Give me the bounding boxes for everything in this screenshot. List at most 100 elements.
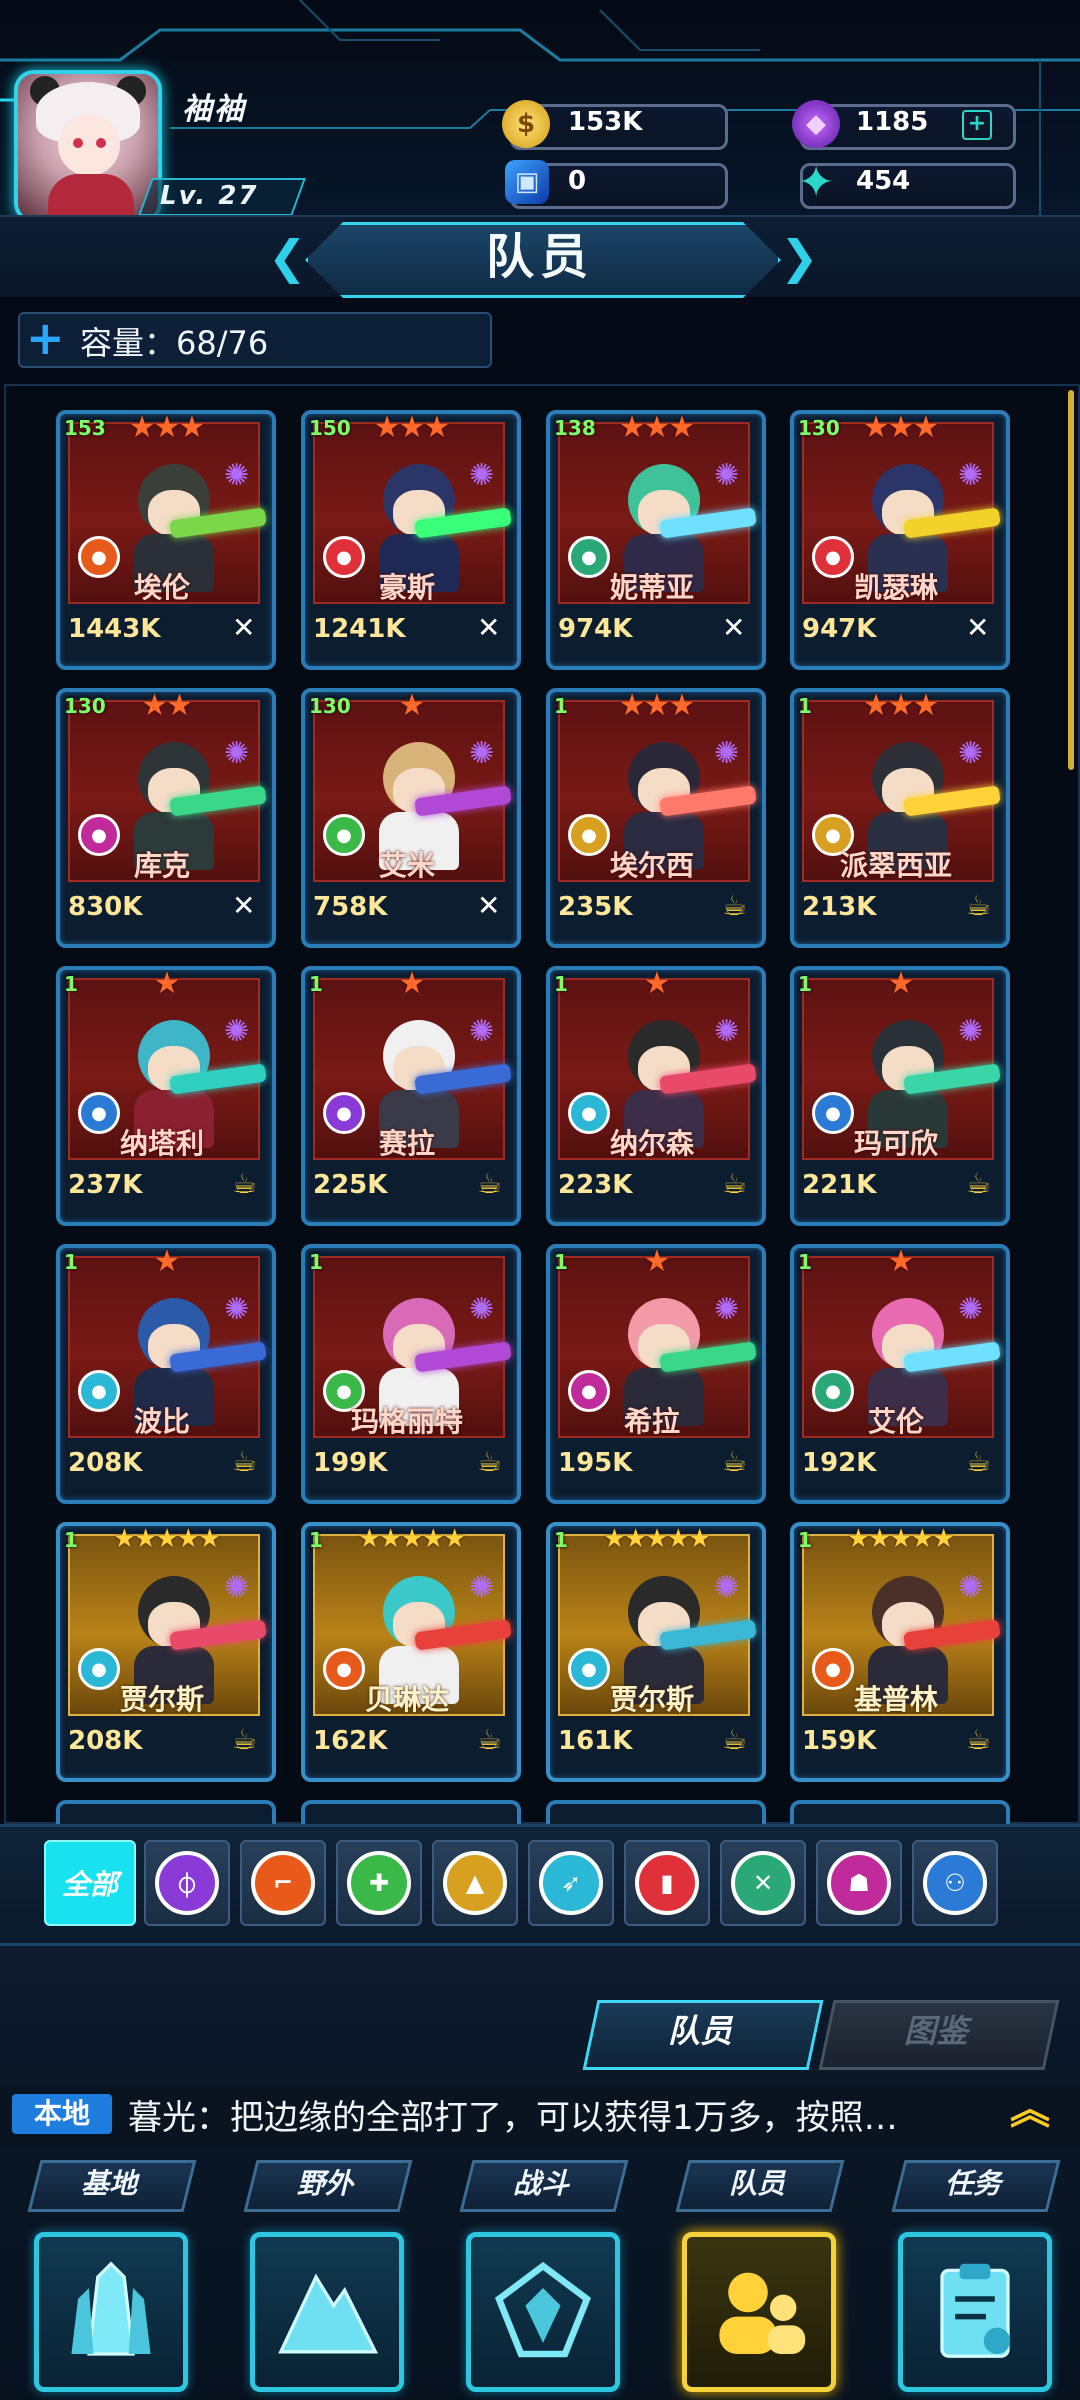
nav-button[interactable]	[466, 2232, 620, 2392]
chat-expand-icon[interactable]: ︽	[1010, 2090, 1050, 2130]
hero-card[interactable]: ★★★★★ 1 ✺ ● 贾尔斯 208K ☕	[56, 1522, 276, 1782]
coffee-cup-icon: ☕	[966, 1723, 992, 1756]
hero-card[interactable]: ★★★ 1 ✺ ● 埃尔西 235K ☕	[546, 688, 766, 948]
faction-icon: ✺	[224, 736, 250, 771]
filter-rocket-button[interactable]: ➶	[528, 1840, 614, 1926]
hero-card[interactable]: ★★★ 153 ✺ ● 埃伦 1443K ✕	[56, 410, 276, 670]
add-gems-button[interactable]: +	[962, 110, 992, 140]
hero-power: 199K	[313, 1448, 388, 1478]
star-rating: ★★★★★	[357, 1524, 467, 1554]
hero-level: 130	[798, 416, 840, 440]
hero-card[interactable]: ★★★ 138 ✺ ● 妮蒂亚 974K ✕	[546, 410, 766, 670]
hero-name: 埃伦	[133, 571, 190, 604]
hero-card[interactable]: ★★★ 1 ✺ ● 派翠西亚 213K ☕	[790, 688, 1010, 948]
hero-card[interactable]: ★★★★★ 1 ✺ ● 贾尔斯 161K ☕	[546, 1522, 766, 1782]
hero-card-partial[interactable]	[301, 1800, 521, 1824]
tab-codex-label: 图鉴	[903, 2012, 968, 2050]
hero-level: 1	[64, 972, 78, 996]
nav-button[interactable]	[898, 2232, 1052, 2392]
hero-card-partial[interactable]	[546, 1800, 766, 1824]
hero-level: 1	[309, 1250, 323, 1274]
hero-card[interactable]: ★ 1 ✺ ● 纳尔森 223K ☕	[546, 966, 766, 1226]
nav-label: 任务	[944, 2167, 1001, 2200]
robot-icon: ☗	[827, 1851, 891, 1915]
hero-name: 妮蒂亚	[609, 571, 694, 604]
hero-card[interactable]: ★ 1 ✺ ● 波比 208K ☕	[56, 1244, 276, 1504]
hero-level: 1	[554, 694, 568, 718]
nav-button[interactable]	[34, 2232, 188, 2392]
faction-icon: ✺	[714, 1292, 740, 1327]
hero-power: 830K	[68, 892, 143, 922]
hero-card-partial[interactable]	[790, 1800, 1010, 1824]
filter-shield-button[interactable]: ⏀	[144, 1840, 230, 1926]
wrench-icon: ✕	[731, 1851, 795, 1915]
hero-name: 玛可欣	[853, 1127, 938, 1160]
battle-emblem-icon	[488, 2255, 598, 2369]
faction-icon: ✺	[714, 736, 740, 771]
filter-gunner-button[interactable]: ⚇	[912, 1840, 998, 1926]
hero-power: 221K	[802, 1170, 877, 1200]
hero-name: 纳尔森	[609, 1127, 694, 1160]
hero-level: 1	[798, 1250, 812, 1274]
grid-scrollbar[interactable]	[1068, 390, 1074, 770]
hero-power: 208K	[68, 1726, 143, 1756]
coffee-cup-icon: ☕	[966, 1167, 992, 1200]
expand-capacity-icon[interactable]: +	[26, 315, 65, 361]
hero-card[interactable]: ★★ 130 ✺ ● 库克 830K ✕	[56, 688, 276, 948]
crossed-swords-icon: ✕	[232, 611, 256, 644]
hero-level: 1	[554, 972, 568, 996]
hero-card[interactable]: ★ 1 ✺ ● 玛可欣 221K ☕	[790, 966, 1010, 1226]
coffee-cup-icon: ☕	[722, 889, 748, 922]
filter-wrench-button[interactable]: ✕	[720, 1840, 806, 1926]
coffee-cup-icon: ☕	[722, 1723, 748, 1756]
chevron-right-icon: ❯	[780, 230, 819, 284]
hero-name: 库克	[133, 849, 190, 882]
hero-power: 1241K	[313, 614, 406, 644]
hero-power: 1443K	[68, 614, 161, 644]
clipboard-icon	[920, 2255, 1030, 2369]
filter-syringe-button[interactable]: ✚	[336, 1840, 422, 1926]
hero-card[interactable]: ★ 1 ✺ ● 赛拉 225K ☕	[301, 966, 521, 1226]
hero-card[interactable]: 1 ✺ ● 玛格丽特 199K ☕	[301, 1244, 521, 1504]
coffee-cup-icon: ☕	[232, 1167, 258, 1200]
faction-icon: ✺	[958, 1570, 984, 1605]
hero-power: 162K	[313, 1726, 388, 1756]
gold-value: 153K	[568, 107, 643, 137]
hero-power: 192K	[802, 1448, 877, 1478]
chat-channel-tag[interactable]: 本地	[12, 2094, 112, 2134]
filter-rifle-button[interactable]: ⌐	[240, 1840, 326, 1926]
hero-card[interactable]: ★ 1 ✺ ● 希拉 195K ☕	[546, 1244, 766, 1504]
player-avatar[interactable]	[14, 70, 162, 223]
coffee-cup-icon: ☕	[966, 889, 992, 922]
hero-name: 贾尔斯	[609, 1683, 694, 1716]
star-rating: ★	[398, 966, 426, 1001]
nav-button[interactable]	[250, 2232, 404, 2392]
hero-level: 1	[554, 1250, 568, 1274]
faction-icon: ✺	[224, 1292, 250, 1327]
hero-card[interactable]: ★★★★★ 1 ✺ ● 基普林 159K ☕	[790, 1522, 1010, 1782]
hero-level: 130	[309, 694, 351, 718]
faction-icon: ✺	[224, 458, 250, 493]
chevron-left-icon: ❮	[268, 230, 307, 284]
hero-name: 基普林	[853, 1683, 938, 1716]
filter-robot-button[interactable]: ☗	[816, 1840, 902, 1926]
hero-card[interactable]: ★★★ 130 ✺ ● 凯瑟琳 947K ✕	[790, 410, 1010, 670]
hero-level: 150	[309, 416, 351, 440]
star-rating: ★	[643, 966, 671, 1001]
hero-name: 贝琳达	[364, 1683, 449, 1716]
hero-level: 1	[64, 1528, 78, 1552]
hero-card-partial[interactable]	[56, 1800, 276, 1824]
filter-all-button[interactable]: 全部	[44, 1840, 136, 1926]
hero-level: 1	[309, 972, 323, 996]
filter-cone-button[interactable]: ▲	[432, 1840, 518, 1926]
hero-power: 159K	[802, 1726, 877, 1756]
filter-canister-button[interactable]: ▮	[624, 1840, 710, 1926]
hero-card[interactable]: ★ 1 ✺ ● 纳塔利 237K ☕	[56, 966, 276, 1226]
hero-power: 947K	[802, 614, 877, 644]
nav-button[interactable]	[682, 2232, 836, 2392]
hero-card[interactable]: ★★★ 150 ✺ ● 豪斯 1241K ✕	[301, 410, 521, 670]
hero-card[interactable]: ★ 130 ✺ ● 艾米 758K ✕	[301, 688, 521, 948]
faction-icon: ✺	[469, 1292, 495, 1327]
hero-card[interactable]: ★ 1 ✺ ● 艾伦 192K ☕	[790, 1244, 1010, 1504]
hero-card[interactable]: ★★★★★ 1 ✺ ● 贝琳达 162K ☕	[301, 1522, 521, 1782]
